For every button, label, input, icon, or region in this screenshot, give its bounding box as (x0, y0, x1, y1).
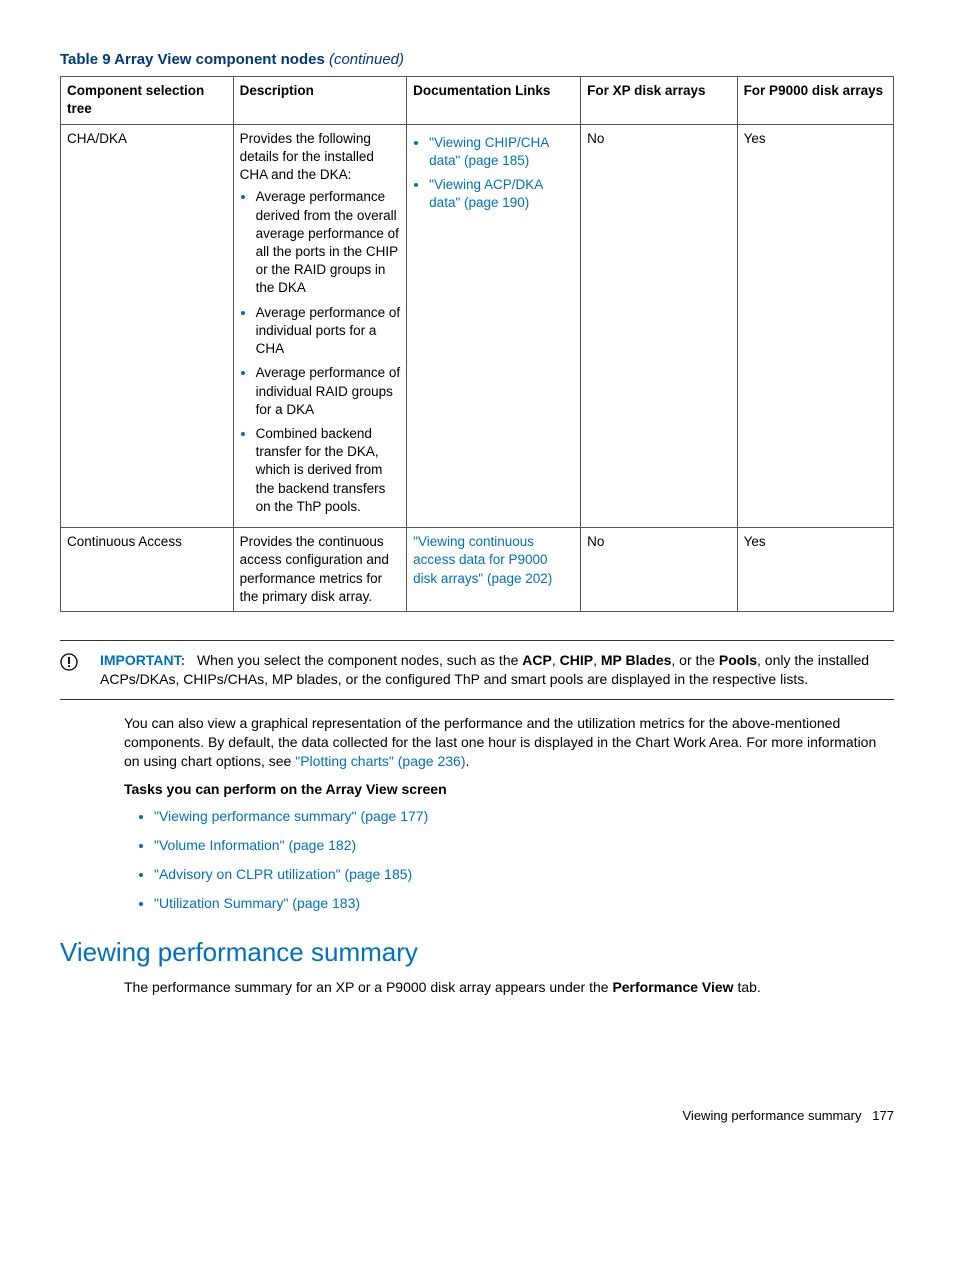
important-label: IMPORTANT: (100, 652, 185, 668)
table-row: Continuous Access Provides the continuou… (61, 528, 894, 612)
th-description: Description (233, 77, 407, 124)
list-item: "Viewing ACP/DKA data" (page 190) (429, 176, 574, 212)
important-note: IMPORTANT: When you select the component… (60, 640, 894, 700)
list-item: "Viewing performance summary" (page 177) (154, 807, 894, 826)
links-list: "Viewing CHIP/CHA data" (page 185) "View… (413, 134, 574, 213)
para-text: You can also view a graphical representa… (124, 715, 876, 769)
imp-b1: ACP (522, 652, 552, 668)
doc-link[interactable]: "Viewing ACP/DKA data" (page 190) (429, 177, 542, 210)
task-link[interactable]: "Utilization Summary" (page 183) (154, 895, 360, 911)
component-nodes-table: Component selection tree Description Doc… (60, 76, 894, 612)
list-item: "Advisory on CLPR utilization" (page 185… (154, 865, 894, 884)
list-item: "Volume Information" (page 182) (154, 836, 894, 855)
cell-xp: No (581, 528, 737, 612)
imp-s2: , (593, 652, 601, 668)
imp-b4: Pools (719, 652, 757, 668)
important-icon (60, 651, 100, 689)
body-paragraph: You can also view a graphical representa… (124, 714, 894, 771)
cell-doc-links: "Viewing CHIP/CHA data" (page 185) "View… (407, 124, 581, 527)
doc-link[interactable]: "Viewing continuous access data for P900… (413, 534, 552, 585)
list-item: Average performance of individual RAID g… (256, 364, 401, 419)
list-item: "Utilization Summary" (page 183) (154, 894, 894, 913)
imp-s1: , (552, 652, 560, 668)
tasks-heading: Tasks you can perform on the Array View … (124, 780, 894, 799)
task-link[interactable]: "Volume Information" (page 182) (154, 837, 356, 853)
cell-component: Continuous Access (61, 528, 234, 612)
cell-p9000: Yes (737, 124, 893, 527)
table-caption-continued: (continued) (329, 51, 404, 68)
th-xp: For XP disk arrays (581, 77, 737, 124)
plotting-charts-link[interactable]: "Plotting charts" (page 236) (295, 753, 465, 769)
section-heading: Viewing performance summary (60, 935, 894, 970)
table-caption-text: Table 9 Array View component nodes (60, 51, 329, 68)
list-item: "Viewing CHIP/CHA data" (page 185) (429, 134, 574, 170)
cell-doc-links: "Viewing continuous access data for P900… (407, 528, 581, 612)
list-item: Combined backend transfer for the DKA, w… (256, 425, 401, 516)
cell-description: Provides the continuous access configura… (233, 528, 407, 612)
th-p9000: For P9000 disk arrays (737, 77, 893, 124)
cell-xp: No (581, 124, 737, 527)
desc-intro: Provides the following details for the i… (240, 131, 374, 182)
footer-page: 177 (872, 1108, 894, 1123)
important-text: IMPORTANT: When you select the component… (100, 651, 894, 689)
th-doc-links: Documentation Links (407, 77, 581, 124)
cell-component: CHA/DKA (61, 124, 234, 527)
task-link[interactable]: "Advisory on CLPR utilization" (page 185… (154, 866, 412, 882)
doc-link[interactable]: "Viewing CHIP/CHA data" (page 185) (429, 135, 548, 168)
imp-b3: MP Blades (601, 652, 672, 668)
section-paragraph: The performance summary for an XP or a P… (124, 978, 894, 997)
list-item: Average performance of individual ports … (256, 304, 401, 359)
cell-description: Provides the following details for the i… (233, 124, 407, 527)
list-item: Average performance derived from the ove… (256, 188, 401, 297)
sec-before: The performance summary for an XP or a P… (124, 979, 612, 995)
desc-list: Average performance derived from the ove… (240, 188, 401, 516)
para-after: . (466, 753, 470, 769)
cell-p9000: Yes (737, 528, 893, 612)
sec-bold: Performance View (612, 979, 733, 995)
page-footer: Viewing performance summary 177 (60, 1107, 894, 1125)
task-list: "Viewing performance summary" (page 177)… (124, 807, 894, 913)
th-component: Component selection tree (61, 77, 234, 124)
imp-t1: When you select the component nodes, suc… (197, 652, 522, 668)
imp-s3: , or the (671, 652, 718, 668)
task-link[interactable]: "Viewing performance summary" (page 177) (154, 808, 428, 824)
table-row: CHA/DKA Provides the following details f… (61, 124, 894, 527)
footer-text: Viewing performance summary (683, 1108, 862, 1123)
table-caption: Table 9 Array View component nodes (cont… (60, 50, 894, 70)
sec-after: tab. (734, 979, 761, 995)
imp-b2: CHIP (560, 652, 593, 668)
